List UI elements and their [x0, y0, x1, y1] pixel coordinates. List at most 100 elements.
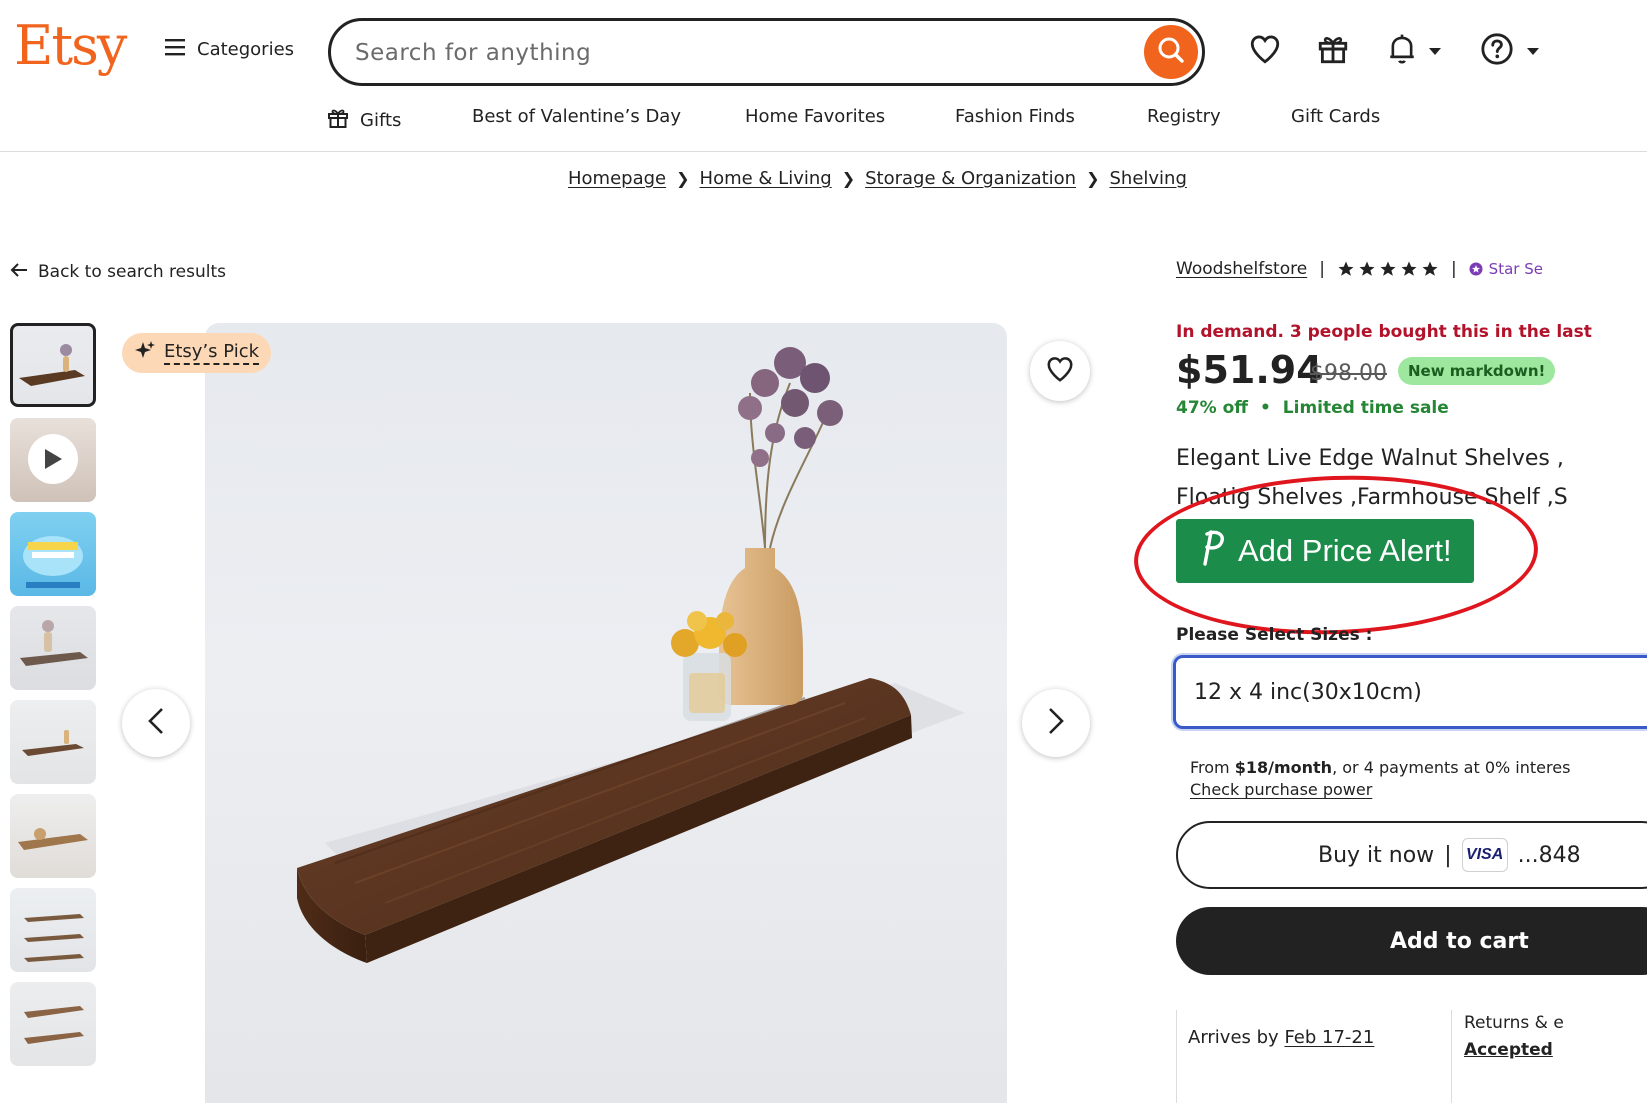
separator: | [1444, 842, 1452, 868]
star-seller-badge[interactable]: Star Se [1469, 260, 1543, 278]
breadcrumb-homepage[interactable]: Homepage [568, 168, 666, 189]
returns-status-link[interactable]: Accepted [1464, 1040, 1553, 1060]
thumbnail-6[interactable] [10, 794, 96, 878]
discount-percent: 47% off [1176, 398, 1249, 418]
returns-label: Returns & e [1464, 1013, 1564, 1033]
category-nav: Gifts Best of Valentine’s Day Home Favor… [0, 100, 1647, 152]
breadcrumb-shelving[interactable]: Shelving [1109, 168, 1186, 189]
etsy-logo[interactable]: Etsy [14, 14, 127, 77]
arrives-prefix: Arrives by [1188, 1027, 1279, 1048]
bell-icon [1386, 32, 1418, 70]
categories-label: Categories [197, 39, 295, 60]
original-price: $98.00 [1310, 361, 1387, 386]
nav-item-gifts[interactable]: Gifts [326, 106, 401, 135]
star-icon [1401, 261, 1417, 276]
arrives-date-link[interactable]: Feb 17-21 [1284, 1027, 1374, 1048]
heart-icon [1045, 354, 1075, 388]
search-button[interactable] [1144, 25, 1198, 79]
next-image-button[interactable] [1022, 689, 1090, 757]
product-main-image[interactable] [205, 323, 1007, 1103]
arrow-left-icon [10, 262, 28, 282]
add-to-cart-button[interactable]: Add to cart [1176, 907, 1647, 975]
back-to-search-link[interactable]: Back to search results [10, 262, 226, 282]
gift-icon[interactable] [1316, 32, 1350, 70]
size-select[interactable]: 12 x 4 inc(30x10cm) [1173, 655, 1647, 729]
chevron-left-icon [147, 707, 165, 739]
nav-item-label: Gifts [360, 110, 402, 131]
previous-image-button[interactable] [122, 689, 190, 757]
separator: | [1450, 259, 1457, 279]
nav-item-fashion-finds[interactable]: Fashion Finds [955, 106, 1075, 127]
sale-note: Limited time sale [1282, 398, 1449, 418]
thumbnail-4[interactable] [10, 606, 96, 690]
size-select-value: 12 x 4 inc(30x10cm) [1194, 679, 1422, 705]
chevron-down-icon [1428, 42, 1442, 61]
divider [1451, 1010, 1452, 1103]
star-icon [1338, 261, 1354, 276]
rating-stars[interactable] [1337, 260, 1439, 278]
gift-icon [326, 106, 350, 135]
shop-row: Woodshelfstore | | Star Se [1176, 259, 1543, 279]
nav-item-home-favorites[interactable]: Home Favorites [745, 106, 885, 127]
breadcrumb-storage-organization[interactable]: Storage & Organization [865, 168, 1076, 189]
back-label: Back to search results [38, 262, 226, 282]
star-seller-icon [1469, 262, 1483, 276]
chevron-down-icon [1526, 42, 1540, 61]
star-seller-label: Star Se [1488, 260, 1543, 278]
breadcrumb: Homepage ❯ Home & Living ❯ Storage & Org… [568, 168, 1187, 189]
star-icon [1359, 261, 1375, 276]
demand-notice: In demand. 3 people bought this in the l… [1176, 322, 1592, 342]
installment-prefix: From [1190, 758, 1235, 777]
card-last-digits: ...848 [1517, 842, 1581, 868]
thumbnail-shipping[interactable] [10, 512, 96, 596]
notifications-button[interactable] [1386, 32, 1442, 70]
delivery-estimate: Arrives by Feb 17-21 [1188, 1027, 1374, 1048]
search-icon [1156, 35, 1186, 69]
nav-item-valentines[interactable]: Best of Valentine’s Day [472, 106, 681, 127]
add-to-favorites-button[interactable] [1030, 341, 1090, 401]
installment-monthly: $18/month [1234, 758, 1333, 777]
help-button[interactable] [1480, 32, 1540, 70]
chevron-right-icon: ❯ [841, 169, 856, 188]
markdown-badge: New markdown! [1398, 357, 1556, 385]
chevron-right-icon: ❯ [1086, 169, 1100, 188]
buy-now-label: Buy it now [1318, 842, 1435, 868]
menu-icon [165, 38, 187, 61]
search-bar [328, 18, 1205, 86]
etsys-pick-badge[interactable]: Etsy’s Pick [122, 333, 272, 373]
product-title-line-1: Elegant Live Edge Walnut Shelves , [1176, 446, 1564, 471]
nav-item-registry[interactable]: Registry [1147, 106, 1221, 127]
add-price-alert-button[interactable]: Add Price Alert! [1176, 519, 1474, 583]
thumbnail-1[interactable] [10, 323, 96, 407]
current-price: $51.94 [1176, 348, 1323, 392]
categories-button[interactable]: Categories [165, 38, 294, 61]
thumbnail-8[interactable] [10, 982, 96, 1066]
product-title-line-2: Floatig Shelves ,Farmhouse Shelf ,S [1176, 485, 1568, 510]
chevron-right-icon [1047, 707, 1065, 739]
sparkle-icon [134, 340, 156, 367]
thumbnail-video[interactable] [10, 418, 96, 502]
favorites-icon[interactable] [1248, 32, 1282, 70]
search-input[interactable] [355, 37, 1115, 69]
divider [1176, 1010, 1177, 1103]
price-alert-label: Add Price Alert! [1238, 533, 1452, 568]
breadcrumb-home-living[interactable]: Home & Living [700, 168, 832, 189]
shop-name-link[interactable]: Woodshelfstore [1176, 259, 1307, 279]
discount-row: 47% off • Limited time sale [1176, 398, 1449, 418]
check-purchase-power-link[interactable]: Check purchase power [1190, 780, 1372, 799]
visa-card-icon: VISA [1461, 838, 1508, 872]
bullet-separator: • [1259, 398, 1271, 418]
star-icon [1380, 261, 1396, 276]
separator: | [1319, 259, 1325, 279]
thumbnail-5[interactable] [10, 700, 96, 784]
thumbnail-7[interactable] [10, 888, 96, 972]
installment-note: From $18/month, or 4 payments at 0% inte… [1190, 758, 1570, 777]
installment-suffix: , or 4 payments at 0% interes [1332, 758, 1571, 777]
size-label: Please Select Sizes : [1176, 625, 1373, 645]
buy-it-now-button[interactable]: Buy it now | VISA ...848 [1176, 821, 1647, 889]
chevron-right-icon: ❯ [676, 169, 690, 188]
play-icon [28, 434, 78, 484]
star-icon [1422, 261, 1438, 276]
nav-item-gift-cards[interactable]: Gift Cards [1291, 106, 1380, 127]
etsys-pick-label: Etsy’s Pick [164, 341, 260, 365]
